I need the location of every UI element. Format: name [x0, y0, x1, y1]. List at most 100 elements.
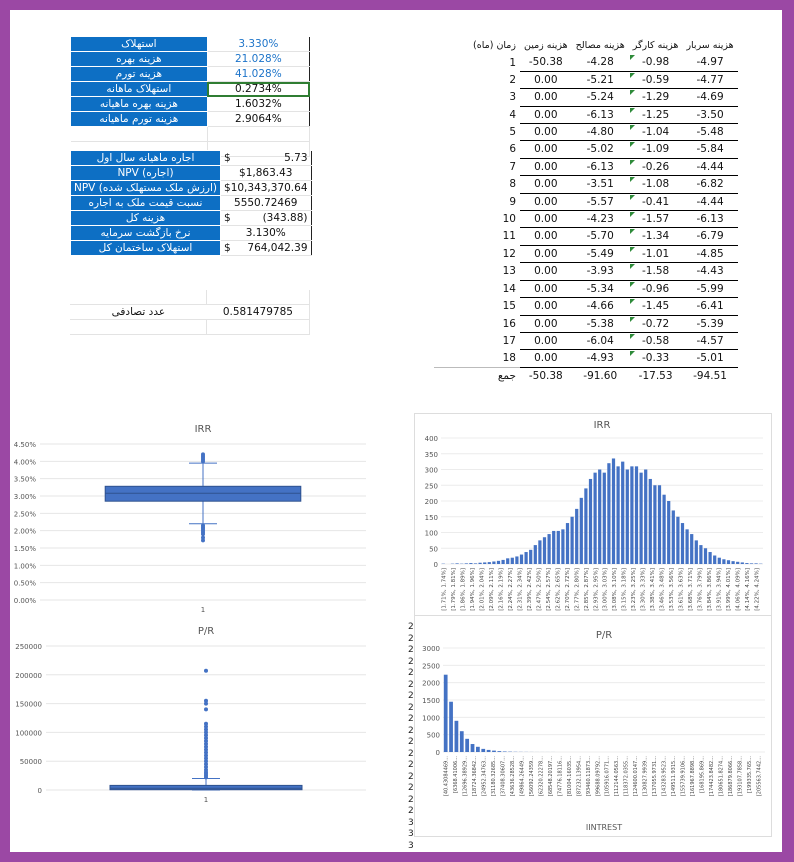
irr-boxplot-panel[interactable]: IRR 4.50% 4.00% 3.50% 3.00% 2.50% 2.00% 1.50% 1.… — [10, 404, 402, 614]
result-label[interactable]: استهلاک ساختمان کل — [70, 240, 221, 256]
cost-cell[interactable]: 0.00 — [520, 193, 572, 212]
cost-cell[interactable]: -6.41 — [682, 297, 738, 316]
result-label[interactable]: NPV (اجاره) — [70, 165, 221, 181]
cost-cell[interactable]: -4.43 — [682, 262, 738, 281]
month-cell[interactable]: 3 — [434, 89, 520, 106]
column-header[interactable]: هزینه زمین — [520, 38, 572, 54]
month-cell[interactable]: 14 — [434, 280, 520, 297]
cost-cell[interactable]: -6.13 — [571, 158, 629, 177]
cost-cell[interactable]: -5.01 — [682, 349, 738, 368]
month-cell[interactable]: 18 — [434, 350, 520, 367]
param-label[interactable]: استهلاک — [70, 36, 208, 52]
sum-cell[interactable]: -94.51 — [682, 367, 737, 384]
month-cell[interactable]: 5 — [434, 124, 520, 141]
cost-cell[interactable]: -0.72 — [628, 315, 683, 333]
cost-cell[interactable]: -1.29 — [628, 88, 683, 107]
cost-cell[interactable]: -5.21 — [571, 71, 629, 90]
cost-cell[interactable]: -0.96 — [628, 280, 683, 299]
cost-cell[interactable]: -3.50 — [682, 106, 738, 125]
result-label[interactable]: NPV (ارزش ملک مستهلک شده) — [70, 180, 221, 196]
param-label[interactable]: هزینه تورم — [70, 66, 208, 82]
result-label[interactable]: هزینه کل — [70, 210, 221, 226]
cost-cell[interactable]: -1.45 — [628, 297, 683, 316]
result-value[interactable]: 5550.72469 — [220, 195, 312, 211]
column-header[interactable]: زمان (ماه) — [434, 38, 520, 54]
cost-cell[interactable]: 0.00 — [520, 140, 572, 159]
cost-cell[interactable]: -1.25 — [628, 106, 683, 125]
month-cell[interactable]: 16 — [434, 315, 520, 332]
cost-cell[interactable]: -4.57 — [682, 332, 738, 351]
result-label[interactable]: اجاره ماهیانه سال اول — [70, 150, 221, 166]
cost-cell[interactable]: -50.38 — [520, 54, 572, 72]
month-cell[interactable]: 8 — [434, 176, 520, 193]
param-label[interactable]: هزینه بهره — [70, 51, 208, 67]
sum-cell[interactable]: -50.38 — [520, 367, 572, 384]
param-label[interactable]: استهلاک ماهانه — [70, 81, 208, 97]
cost-cell[interactable]: -1.09 — [628, 140, 683, 159]
cost-cell[interactable]: 0.00 — [520, 106, 572, 125]
param-value[interactable]: 21.028% — [207, 51, 311, 67]
cost-cell[interactable]: 0.00 — [520, 227, 572, 246]
cost-cell[interactable]: -1.58 — [628, 262, 683, 281]
cost-cell[interactable]: -1.08 — [628, 175, 683, 194]
cost-cell[interactable]: -0.33 — [628, 349, 683, 368]
cost-cell[interactable]: -4.44 — [682, 193, 738, 212]
cost-cell[interactable]: -5.49 — [571, 245, 629, 264]
column-header[interactable]: هزینه کارگر — [629, 38, 683, 54]
month-cell[interactable]: 10 — [434, 211, 520, 228]
sum-label[interactable]: جمع — [434, 366, 520, 385]
pr-histogram-panel[interactable]: P/R 3000 2500 2000 1500 1000 500 0 [40.43084469.… — [414, 615, 772, 837]
random-value[interactable]: 0.581479785 — [206, 304, 310, 320]
cost-cell[interactable]: -5.99 — [682, 280, 738, 299]
month-cell[interactable]: 11 — [434, 228, 520, 245]
month-cell[interactable]: 17 — [434, 332, 520, 349]
irr-histogram-panel[interactable]: IRR 400 350 300 250 200 150 100 50 0 [1.71%, 1.74%… — [414, 413, 772, 625]
cost-cell[interactable]: -4.77 — [682, 71, 738, 90]
cost-cell[interactable]: -4.28 — [571, 54, 629, 72]
month-cell[interactable]: 9 — [434, 193, 520, 210]
cost-cell[interactable]: 0.00 — [520, 349, 572, 368]
cost-cell[interactable]: -6.13 — [682, 210, 738, 229]
param-value[interactable]: 2.9064% — [207, 111, 311, 127]
cost-cell[interactable]: 0.00 — [520, 280, 572, 299]
month-cell[interactable]: 13 — [434, 263, 520, 280]
cost-cell[interactable]: 0.00 — [520, 315, 572, 333]
random-label[interactable]: عدد تصادفی — [70, 304, 207, 320]
cost-cell[interactable]: -4.23 — [571, 210, 629, 229]
cost-cell[interactable]: -5.39 — [682, 315, 738, 333]
cost-cell[interactable]: -4.93 — [571, 349, 629, 368]
cost-cell[interactable]: 0.00 — [520, 123, 572, 142]
cost-cell[interactable]: -4.44 — [682, 158, 738, 177]
cost-cell[interactable]: -1.34 — [628, 227, 683, 246]
cost-cell[interactable]: -5.48 — [682, 123, 738, 142]
param-label[interactable]: هزینه تورم ماهیانه — [70, 111, 208, 127]
cost-cell[interactable]: -5.34 — [571, 280, 629, 299]
cost-cell[interactable]: -5.02 — [571, 140, 629, 159]
param-value[interactable]: 0.2734% — [207, 81, 311, 97]
cost-cell[interactable]: -4.80 — [571, 123, 629, 142]
cost-cell[interactable]: -4.66 — [571, 297, 629, 316]
cost-cell[interactable]: -6.82 — [682, 175, 738, 194]
cost-cell[interactable]: -0.98 — [628, 54, 683, 72]
cost-cell[interactable]: 0.00 — [520, 175, 572, 194]
cost-cell[interactable]: 0.00 — [520, 210, 572, 229]
cost-cell[interactable]: -1.57 — [628, 210, 683, 229]
param-value[interactable]: 3.330% — [207, 36, 311, 52]
param-label[interactable]: هزینه بهره ماهیانه — [70, 96, 208, 112]
cost-cell[interactable]: -0.58 — [628, 332, 683, 351]
cost-cell[interactable]: -6.04 — [571, 332, 629, 351]
result-value[interactable]: 3.130% — [220, 225, 312, 241]
param-value[interactable]: 1.6032% — [207, 96, 311, 112]
cost-cell[interactable]: 0.00 — [520, 88, 572, 107]
cost-cell[interactable]: -4.69 — [682, 88, 738, 107]
sum-cell[interactable]: -17.53 — [629, 367, 683, 384]
month-cell[interactable]: 2 — [434, 71, 520, 88]
cost-cell[interactable]: -5.24 — [571, 88, 629, 107]
result-value[interactable]: $1,863.43 — [220, 165, 312, 181]
sum-cell[interactable]: -91.60 — [572, 367, 629, 384]
month-cell[interactable]: 4 — [434, 106, 520, 123]
pr-boxplot-panel[interactable]: P/R 250000 200000 150000 100000 50000 0 1 — [10, 614, 402, 809]
param-value[interactable]: 41.028% — [207, 66, 311, 82]
cost-cell[interactable]: -0.41 — [628, 193, 683, 212]
cost-cell[interactable]: -3.93 — [571, 262, 629, 281]
